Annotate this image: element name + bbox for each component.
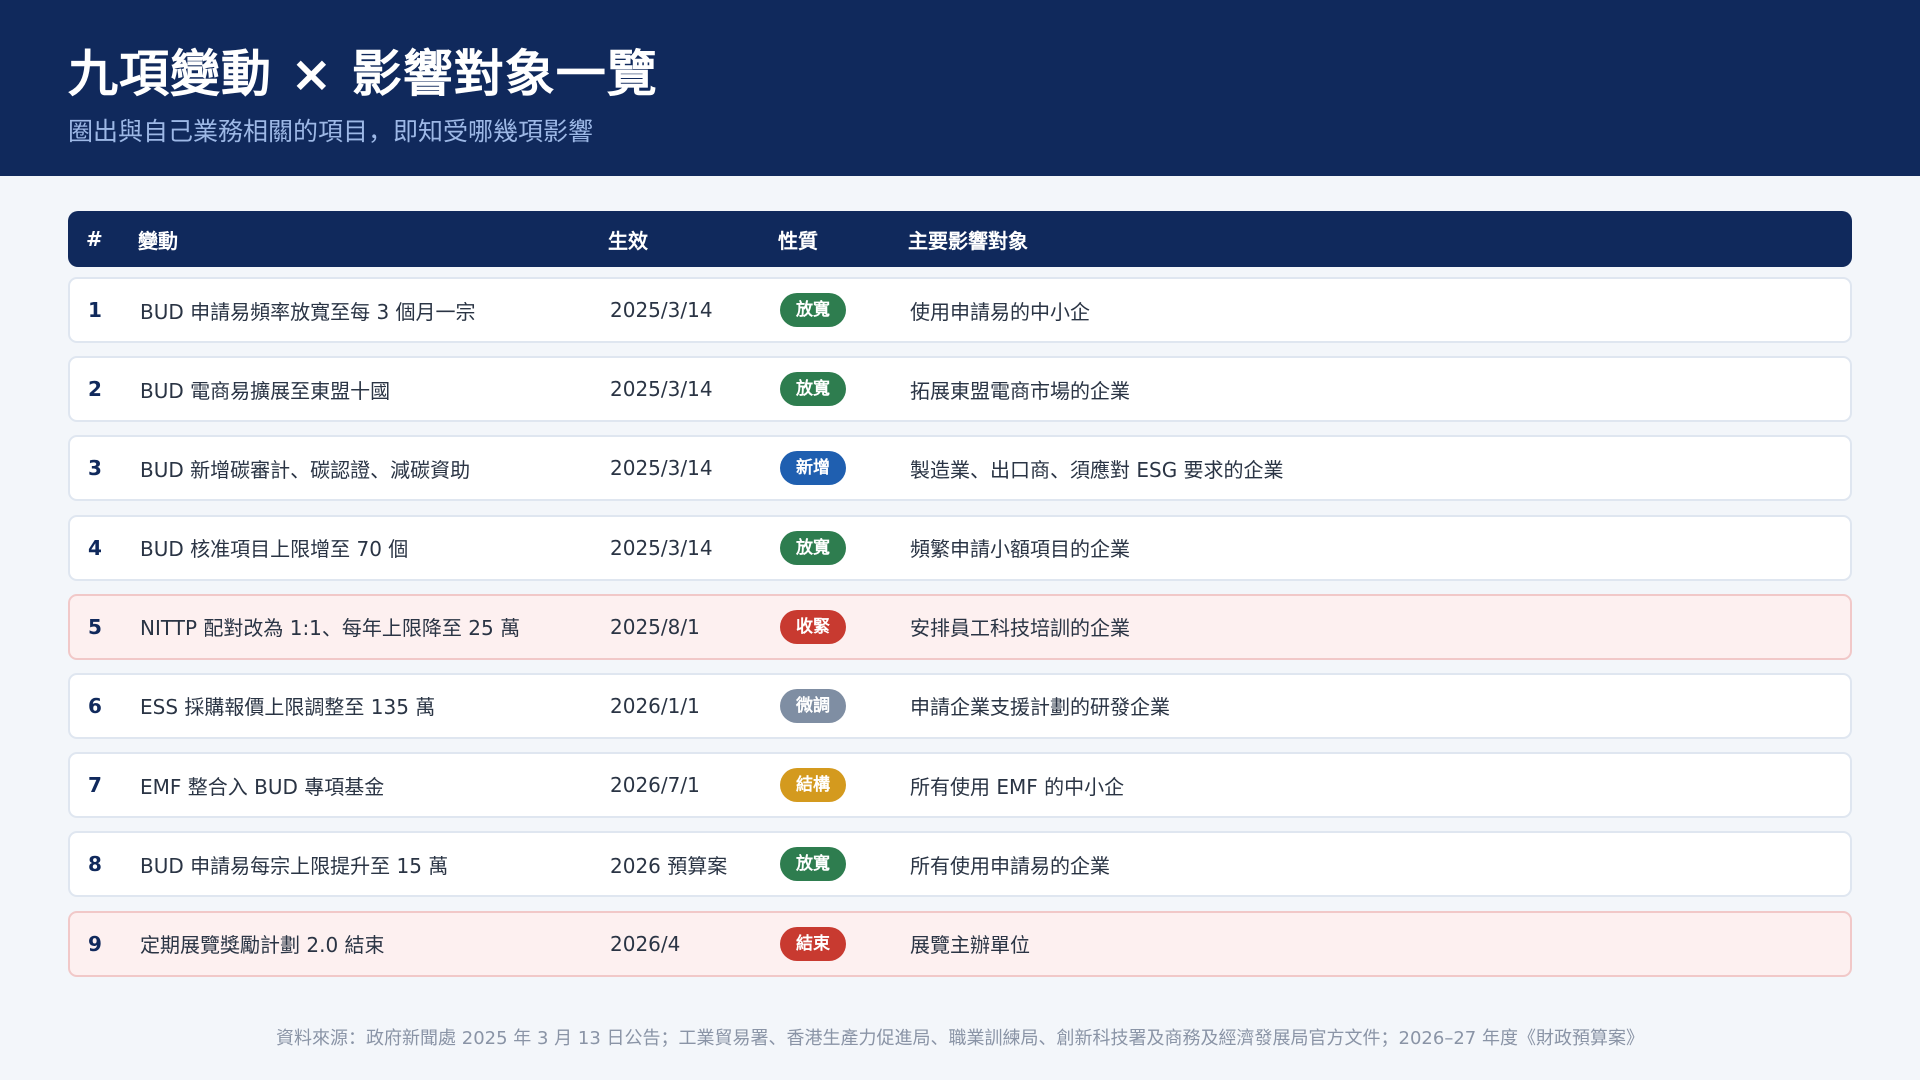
row-change: EMF 整合入 BUD 專項基金 [140,774,385,799]
row-change: ESS 採購報價上限調整至 135 萬 [140,695,436,720]
row-change: BUD 電商易擴展至東盟十國 [140,378,391,403]
row-effective-date: 2026 預算案 [610,853,728,878]
row-number: 9 [88,931,102,956]
nature-badge: 新增 [780,451,846,486]
row-number: 1 [88,298,102,322]
row-effective-date: 2025/3/14 [610,298,713,322]
row-target: 展覽主辦單位 [910,933,1030,957]
column-header-number: # [86,227,103,251]
row-change: BUD 申請易頻率放寬至每 3 個月一宗 [140,299,476,324]
nature-badge: 放寬 [780,847,846,882]
row-target: 所有使用申請易的企業 [910,853,1110,878]
nature-badge: 結構 [780,768,846,803]
row-effective-date: 2026/1/1 [610,693,700,718]
row-number: 8 [88,852,102,877]
row-target: 頻繁申請小額項目的企業 [910,537,1130,562]
row-effective-date: 2026/4 [610,931,681,956]
row-effective-date: 2025/3/14 [610,377,713,402]
table-body: 1 BUD 申請易頻率放寬至每 3 個月一宗 2025/3/14 放寬 使用申請… [68,277,1852,990]
row-target: 安排員工科技培訓的企業 [910,616,1130,641]
row-change: NITTP 配對改為 1:1、每年上限降至 25 萬 [140,616,521,641]
row-target: 所有使用 EMF 的中小企 [910,774,1125,799]
table-row: 7 EMF 整合入 BUD 專項基金 2026/7/1 結構 所有使用 EMF … [68,752,1852,819]
table-row: 5 NITTP 配對改為 1:1、每年上限降至 25 萬 2025/8/1 收緊… [68,593,1852,660]
row-number: 7 [88,773,102,798]
table-row: 4 BUD 核准項目上限增至 70 個 2025/3/14 放寬 頻繁申請小額項… [68,514,1852,581]
row-number: 2 [88,377,102,402]
row-target: 使用申請易的中小企 [910,299,1090,324]
table-row: 1 BUD 申請易頻率放寬至每 3 個月一宗 2025/3/14 放寬 使用申請… [68,277,1852,343]
row-change: BUD 核准項目上限增至 70 個 [140,537,409,562]
page-subtitle: 圈出與自己業務相關的項目，即知受哪幾項影響 [68,117,594,146]
table-row: 9 定期展覽獎勵計劃 2.0 結束 2026/4 結束 展覽主辦單位 [68,910,1852,977]
row-number: 6 [88,693,102,718]
column-header-effective: 生效 [608,228,648,253]
table-row: 3 BUD 新增碳審計、碳認證、減碳資助 2025/3/14 新增 製造業、出口… [68,435,1852,502]
row-effective-date: 2026/7/1 [610,773,700,798]
page-title: 九項變動 × 影響對象一覽 [68,45,658,103]
nature-badge: 結束 [780,926,846,961]
source-footnote: 資料來源：政府新聞處 2025 年 3 月 13 日公告；工業貿易署、香港生產力… [276,1028,1644,1049]
nature-badge: 放寬 [780,293,846,327]
table-row: 2 BUD 電商易擴展至東盟十國 2025/3/14 放寬 拓展東盟電商市場的企… [68,356,1852,423]
row-number: 4 [88,535,102,560]
column-header-nature: 性質 [778,228,818,253]
header-banner: 九項變動 × 影響對象一覽 圈出與自己業務相關的項目，即知受哪幾項影響 [0,0,1920,176]
row-change: 定期展覽獎勵計劃 2.0 結束 [140,933,385,957]
nature-badge: 放寬 [780,530,846,565]
row-number: 5 [88,614,102,639]
table-row: 6 ESS 採購報價上限調整至 135 萬 2026/1/1 微調 申請企業支援… [68,672,1852,739]
column-header-change: 變動 [138,228,178,253]
row-change: BUD 新增碳審計、碳認證、減碳資助 [140,457,471,482]
row-effective-date: 2025/3/14 [610,535,713,560]
row-target: 拓展東盟電商市場的企業 [910,378,1130,403]
table-header: # 變動 生效 性質 主要影響對象 [68,211,1852,267]
row-effective-date: 2025/3/14 [610,456,713,481]
row-number: 3 [88,456,102,481]
row-target: 申請企業支援計劃的研發企業 [910,695,1170,720]
row-effective-date: 2025/8/1 [610,614,700,639]
nature-badge: 微調 [780,688,846,723]
nature-badge: 收緊 [780,609,846,644]
row-change: BUD 申請易每宗上限提升至 15 萬 [140,853,449,878]
row-target: 製造業、出口商、須應對 ESG 要求的企業 [910,457,1284,482]
nature-badge: 放寬 [780,372,846,407]
table-row: 8 BUD 申請易每宗上限提升至 15 萬 2026 預算案 放寬 所有使用申請… [68,831,1852,898]
column-header-target: 主要影響對象 [908,228,1028,253]
